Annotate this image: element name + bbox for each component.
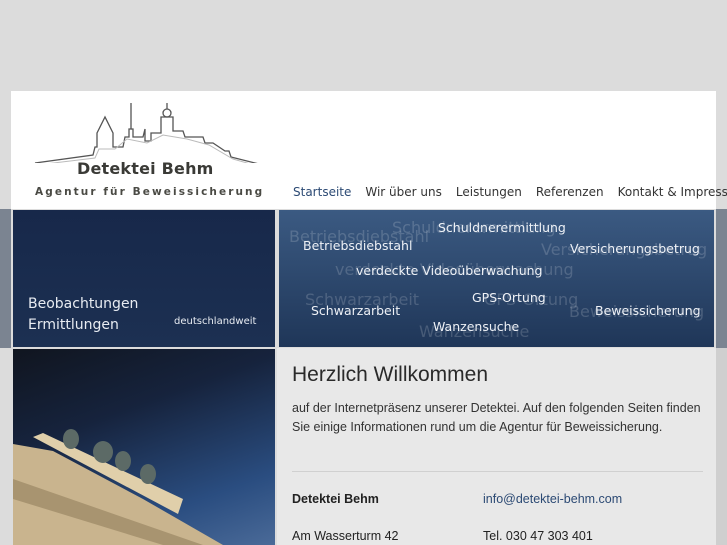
service-gps-ortung: GPS-Ortung	[472, 290, 546, 305]
service-versicherungsbetrug: Versicherungsbetrug	[570, 241, 700, 256]
logo-name: Detektei Behm	[77, 159, 214, 178]
banner-sub: deutschlandweit	[174, 316, 257, 327]
banner-left: Beobachtungen Ermittlungen deutschlandwei…	[13, 210, 275, 347]
banner-services: Schuldnerermittlung Betriebsdiebstahl Ve…	[279, 210, 714, 347]
main-nav: Startseite Wir über uns Leistungen Refer…	[293, 185, 727, 199]
skyline-icon	[34, 103, 258, 163]
banner-line-1: Beobachtungen	[28, 296, 139, 312]
phone-number: Tel. 030 47 303 401	[483, 529, 593, 543]
main-content: Herzlich Willkommen auf der Internetpräs…	[277, 348, 716, 545]
street-address: Am Wasserturm 42	[292, 529, 399, 543]
lower-edge-left	[0, 348, 11, 545]
band-edge-left	[0, 209, 11, 348]
service-wanzensuche: Wanzensuche	[433, 319, 520, 334]
email-link[interactable]: info@detektei-behm.com	[483, 492, 622, 506]
brandenburg-gate-photo	[13, 349, 275, 545]
header: Detektei Behm Agentur für Beweissicherun…	[11, 91, 727, 209]
gate-image-icon	[13, 429, 223, 545]
band-edge-right	[716, 209, 727, 348]
page-title: Herzlich Willkommen	[292, 363, 489, 386]
logo[interactable]: Detektei Behm Agentur für Beweissicherun…	[33, 103, 263, 201]
nav-startseite[interactable]: Startseite	[293, 185, 351, 199]
service-beweissicherung: Beweissicherung	[595, 303, 701, 318]
nav-referenzen[interactable]: Referenzen	[536, 185, 604, 199]
intro-text: auf der Internetpräsenz unserer Detektei…	[292, 401, 701, 434]
service-betriebsdiebstahl: Betriebsdiebstahl	[303, 238, 413, 253]
service-schwarzarbeit: Schwarzarbeit	[311, 303, 401, 318]
service-schuldnerermittlung: Schuldnerermittlung	[438, 220, 566, 235]
nav-leistungen[interactable]: Leistungen	[456, 185, 522, 199]
company-name: Detektei Behm	[292, 492, 379, 506]
nav-kontakt-impressum[interactable]: Kontakt & Impressum	[618, 185, 727, 199]
lower-edge-right	[716, 348, 727, 545]
nav-wir-ueber-uns[interactable]: Wir über uns	[365, 185, 442, 199]
banner-line-2: Ermittlungen	[28, 317, 119, 333]
divider	[292, 471, 703, 472]
service-videoueberwachung: verdeckte Videoüberwachung	[356, 263, 543, 278]
logo-tagline: Agentur für Beweissicherung	[35, 186, 265, 198]
